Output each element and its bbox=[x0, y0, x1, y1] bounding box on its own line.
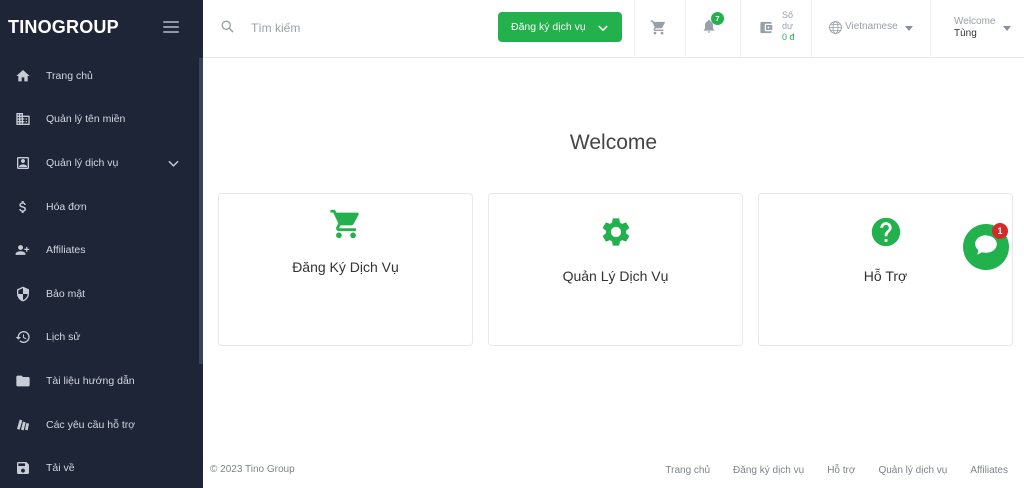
history-icon bbox=[15, 329, 31, 345]
cart-icon[interactable] bbox=[650, 19, 667, 41]
sidebar-item-label: Quản lý dịch vụ bbox=[46, 156, 119, 169]
cart-icon bbox=[329, 207, 363, 246]
sidebar: TINOGROUP Trang chủ Quản lý tên miền Quả… bbox=[0, 0, 203, 488]
sidebar-scrollbar[interactable] bbox=[199, 58, 203, 364]
card-register-service[interactable]: Đăng Ký Dịch Vụ bbox=[218, 193, 473, 346]
sidebar-item-label: Trang chủ bbox=[46, 69, 93, 82]
page-title: Welcome bbox=[569, 131, 658, 154]
divider bbox=[740, 0, 741, 58]
download-icon bbox=[15, 460, 31, 476]
divider bbox=[930, 0, 931, 58]
caret-down-icon[interactable] bbox=[905, 26, 913, 31]
divider bbox=[634, 0, 635, 58]
ticket-icon bbox=[15, 417, 31, 433]
footer-links: Trang chủ Đăng ký dịch vụ Hỗ trợ Quản lý… bbox=[642, 465, 1008, 476]
balance-display: Số dư 0 đ bbox=[782, 10, 795, 43]
notification-badge: 7 bbox=[711, 12, 724, 25]
sidebar-item-services[interactable]: Quản lý dịch vụ bbox=[0, 141, 199, 185]
sidebar-header: TINOGROUP bbox=[0, 0, 203, 54]
card-label: Đăng Ký Dịch Vụ bbox=[292, 259, 399, 275]
globe-icon bbox=[828, 20, 843, 40]
domain-icon bbox=[15, 111, 31, 127]
sidebar-nav: Trang chủ Quản lý tên miền Quản lý dịch … bbox=[0, 54, 199, 488]
menu-toggle-icon[interactable] bbox=[163, 21, 179, 33]
register-service-button[interactable]: Đăng ký dịch vụ bbox=[498, 12, 622, 42]
welcome-label: Welcome bbox=[954, 16, 996, 27]
divider bbox=[685, 0, 686, 58]
card-label: Hỗ Trợ bbox=[863, 268, 908, 284]
wallet-icon bbox=[758, 20, 774, 40]
shield-icon bbox=[15, 286, 31, 302]
copyright: © 2023 Tino Group bbox=[210, 464, 295, 475]
search-input[interactable] bbox=[251, 17, 471, 39]
card-manage-service[interactable]: Quản Lý Dịch Vụ bbox=[488, 193, 743, 346]
footer-link-register[interactable]: Đăng ký dịch vụ bbox=[733, 465, 804, 476]
sidebar-item-invoices[interactable]: Hóa đơn bbox=[0, 185, 199, 229]
sidebar-item-label: Tài liệu hướng dẫn bbox=[46, 374, 135, 387]
balance-label: dư bbox=[782, 21, 794, 31]
footer-link-home[interactable]: Trang chủ bbox=[665, 465, 710, 476]
sidebar-item-home[interactable]: Trang chủ bbox=[0, 54, 199, 98]
sidebar-item-affiliates[interactable]: Affiliates bbox=[0, 228, 199, 272]
sidebar-item-label: Tải về bbox=[46, 462, 75, 475]
logo[interactable]: TINOGROUP bbox=[8, 17, 119, 38]
divider bbox=[811, 0, 812, 58]
home-icon bbox=[15, 68, 31, 84]
sidebar-item-label: Lịch sử bbox=[46, 331, 81, 344]
sidebar-item-docs[interactable]: Tài liệu hướng dẫn bbox=[0, 359, 199, 403]
service-icon bbox=[15, 155, 31, 171]
sidebar-item-label: Quản lý tên miền bbox=[46, 113, 126, 126]
sidebar-item-history[interactable]: Lịch sử bbox=[0, 316, 199, 360]
footer-link-affiliates[interactable]: Affiliates bbox=[970, 465, 1008, 476]
sidebar-item-downloads[interactable]: Tải về bbox=[0, 446, 199, 488]
card-label: Quản Lý Dịch Vụ bbox=[562, 268, 669, 284]
sidebar-item-label: Bảo mật bbox=[46, 287, 86, 300]
chevron-down-icon bbox=[168, 159, 179, 171]
sidebar-item-label: Affiliates bbox=[46, 244, 86, 257]
notification-button[interactable]: 7 bbox=[701, 12, 724, 40]
sidebar-item-label: Hóa đơn bbox=[46, 200, 87, 213]
gear-icon bbox=[599, 215, 633, 254]
folder-icon bbox=[15, 373, 31, 389]
help-icon bbox=[869, 215, 903, 254]
chat-badge: 1 bbox=[992, 223, 1008, 239]
sidebar-item-domains[interactable]: Quản lý tên miền bbox=[0, 98, 199, 142]
footer-link-manage[interactable]: Quản lý dịch vụ bbox=[878, 465, 947, 476]
caret-down-icon[interactable] bbox=[1003, 26, 1011, 31]
footer-link-support[interactable]: Hỗ trợ bbox=[827, 465, 855, 476]
language-selector[interactable]: Vietnamese bbox=[845, 21, 898, 32]
sidebar-item-tickets[interactable]: Các yêu cầu hỗ trợ bbox=[0, 403, 199, 447]
user-menu[interactable]: Welcome Tùng bbox=[954, 16, 996, 40]
register-service-label: Đăng ký dịch vụ bbox=[511, 21, 586, 33]
topbar: Đăng ký dịch vụ 7 Số dư 0 đ Vietnamese W… bbox=[203, 0, 1024, 58]
chevron-down-icon bbox=[598, 23, 608, 35]
search-icon[interactable] bbox=[220, 19, 235, 39]
balance-amount: 0 đ bbox=[782, 32, 795, 42]
user-name: Tùng bbox=[954, 28, 977, 39]
dollar-icon bbox=[15, 199, 31, 215]
card-support[interactable]: Hỗ Trợ bbox=[758, 193, 1013, 346]
affiliate-icon bbox=[15, 242, 31, 258]
sidebar-item-label: Các yêu cầu hỗ trợ bbox=[46, 418, 136, 431]
sidebar-item-security[interactable]: Bảo mật bbox=[0, 272, 199, 316]
balance-label: Số bbox=[782, 10, 794, 20]
